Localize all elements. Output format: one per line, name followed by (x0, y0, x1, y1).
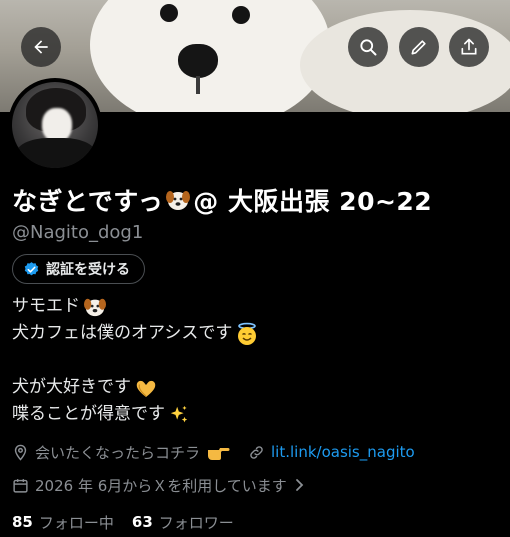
profile-link[interactable]: lit.link/oasis_nagito (271, 443, 415, 461)
arrow-left-icon (34, 40, 48, 54)
sparkles-emoji-icon (170, 405, 188, 422)
bio-line: 喋ることが得意です (12, 401, 498, 428)
username-handle: @Nagito_dog1 (12, 222, 144, 243)
followers-count: 63 (131, 513, 153, 531)
location-pin-icon (14, 444, 27, 461)
display-name-row: なぎとですっ @ 大阪出張 20~22 (12, 182, 432, 218)
back-button[interactable] (21, 27, 61, 67)
bio-line: 犬カフェは僕のオアシスです (12, 320, 498, 347)
bio-line-text: 犬が大好きです (12, 377, 131, 397)
bio-line (12, 347, 498, 374)
dog-face-emoji-icon (84, 298, 106, 316)
bio-line: サモエド (12, 293, 498, 320)
follow-stats: 85 フォロー中 63 フォロワー (12, 510, 234, 534)
share-icon (461, 38, 477, 55)
following-link[interactable]: 85 フォロー中 (12, 512, 114, 533)
calendar-icon (13, 478, 28, 493)
banner-dog-eye-left (160, 4, 178, 22)
heart-hands-emoji-icon (136, 380, 156, 397)
bio-line-text: 犬カフェは僕のオアシスです (12, 323, 233, 343)
profile-bio: サモエド 犬カフェは僕のオアシスです 犬が大好きです 喋ることが得意です (12, 293, 498, 428)
bio-line: 犬が大好きです (12, 374, 498, 401)
banner-dog-mouth (196, 76, 200, 94)
search-icon (360, 39, 377, 56)
chevron-right-icon (295, 479, 304, 491)
dog-face-emoji-icon (165, 188, 191, 212)
get-verified-label: 認証を受ける (46, 262, 130, 278)
backhand-pointing-right-emoji-icon (208, 448, 230, 460)
search-button[interactable] (348, 27, 388, 67)
joined-date-row[interactable]: 2026 年 6月からＸを利用しています (12, 473, 305, 497)
following-count: 85 (12, 513, 33, 531)
avatar-face (42, 108, 72, 142)
location-text: 会いたくなったらコチラ (35, 443, 201, 462)
display-name: なぎとですっ (12, 187, 164, 216)
avatar[interactable] (8, 78, 102, 172)
following-label: フォロー中 (38, 513, 114, 532)
bio-line-text: サモエド (12, 296, 80, 316)
bio-line-text: 喋ることが得意です (12, 404, 165, 424)
followers-link[interactable]: 63 フォロワー (132, 512, 234, 533)
verified-badge-icon (24, 261, 39, 275)
profile-meta-location-link: 会いたくなったらコチラ lit.link/oasis_nagito (12, 440, 415, 464)
banner-dog-eye-right (232, 6, 250, 24)
edit-profile-button[interactable] (399, 27, 439, 67)
smiling-face-with-halo-emoji-icon (238, 322, 257, 345)
share-button[interactable] (449, 27, 489, 67)
link-icon (250, 445, 263, 459)
get-verified-button[interactable]: 認証を受ける (12, 254, 145, 284)
avatar-body (16, 138, 96, 168)
joined-date-text: 2026 年 6月からＸを利用しています (35, 476, 287, 495)
display-name-suffix: @ 大阪出張 20~22 (193, 187, 433, 216)
pencil-icon (411, 40, 426, 55)
banner-dog-nose (178, 44, 218, 78)
followers-label: フォロワー (158, 513, 234, 532)
